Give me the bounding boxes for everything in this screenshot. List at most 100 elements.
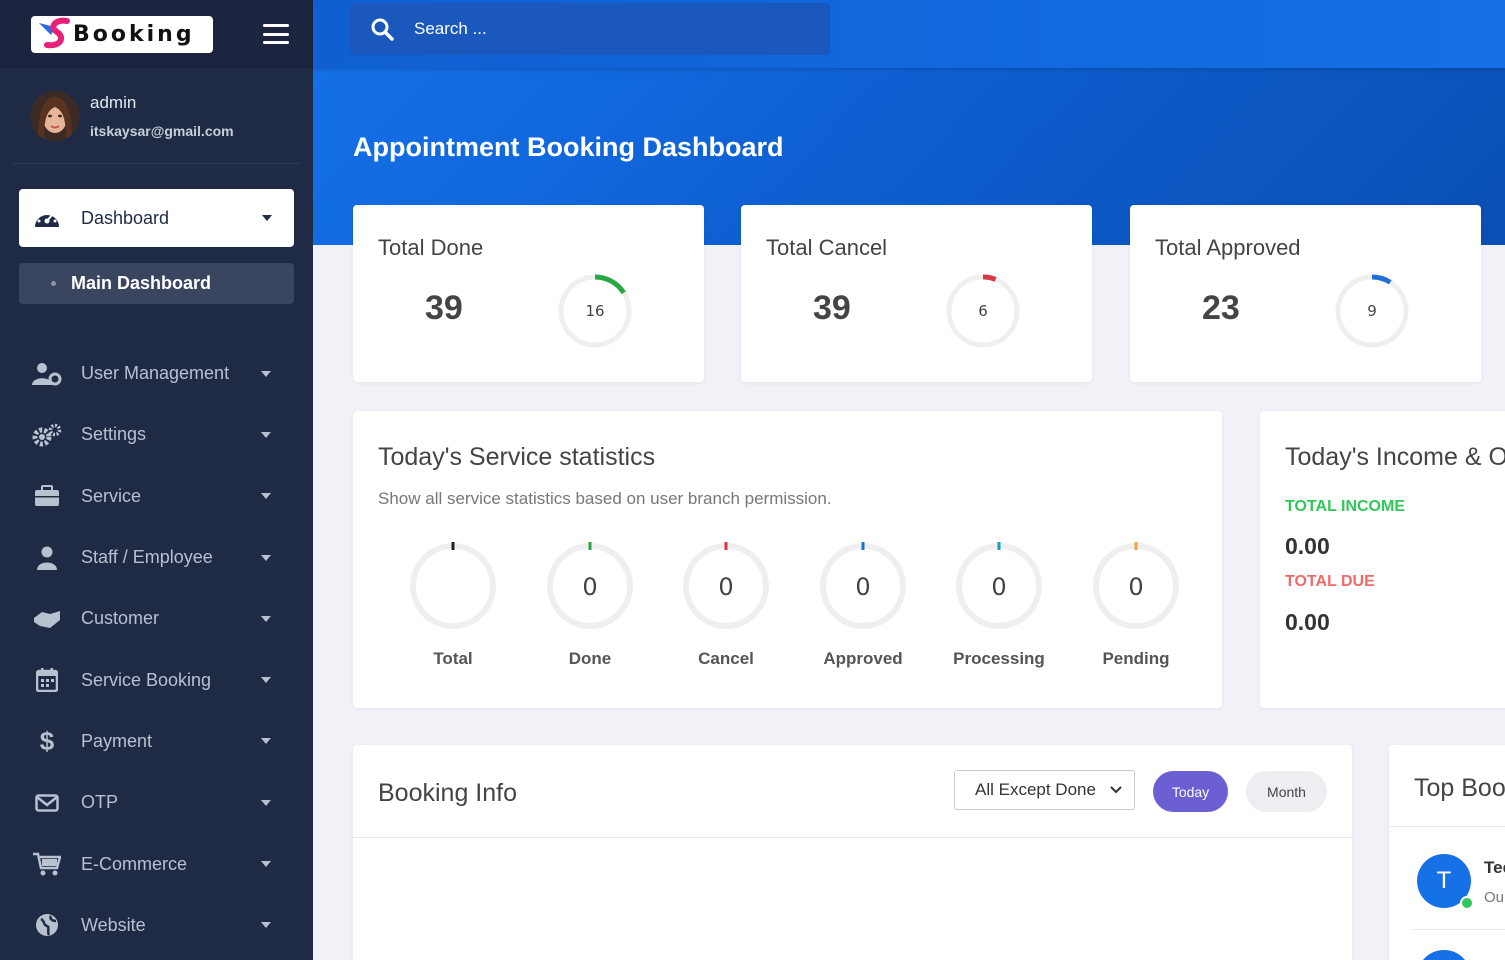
service-stat-value: 0 xyxy=(1128,573,1143,601)
logo-mark-icon xyxy=(39,17,70,49)
avatar xyxy=(1417,950,1471,960)
nav-staff[interactable]: Staff / Employee xyxy=(0,527,313,588)
nav-dashboard[interactable]: Dashboard xyxy=(19,189,294,247)
service-stat-label: Processing xyxy=(953,649,1045,668)
top-bookings-title: Top Bool xyxy=(1414,774,1505,802)
service-stat-value: 0 xyxy=(718,573,733,601)
chevron-down-icon xyxy=(261,431,271,438)
nav-payment[interactable]: $ Payment xyxy=(0,711,313,772)
search-input[interactable] xyxy=(414,19,794,39)
service-stats-title: Today's Service statistics xyxy=(378,443,656,471)
chevron-down-icon xyxy=(261,370,271,377)
progress-ring: 9 xyxy=(1335,274,1409,348)
gears-icon xyxy=(31,421,63,449)
divider xyxy=(1411,929,1505,930)
nav-label: User Management xyxy=(81,363,230,384)
service-stat-label: Done xyxy=(568,649,612,668)
income-title: Today's Income & Ot xyxy=(1285,443,1505,471)
logo[interactable]: Booking xyxy=(31,15,213,53)
service-stat-total: Total xyxy=(403,541,503,669)
month-button[interactable]: Month xyxy=(1246,771,1327,812)
total-due-label: TOTAL DUE xyxy=(1285,573,1375,590)
chevron-down-icon xyxy=(261,738,271,745)
nav-settings[interactable]: Settings xyxy=(0,404,313,465)
staff-icon xyxy=(31,544,63,572)
nav-label: OTP xyxy=(81,792,119,813)
chevron-down-icon xyxy=(261,554,271,561)
dollar-icon: $ xyxy=(39,725,55,756)
search-box[interactable] xyxy=(350,3,830,55)
topbar xyxy=(313,0,1505,68)
chevron-down-icon xyxy=(261,922,271,929)
stat-card-cancel: Total Cancel 39 6 xyxy=(741,205,1092,382)
booking-info-header: Booking Info All Except Done Today Month xyxy=(353,745,1352,838)
nav-label: Service Booking xyxy=(81,669,212,690)
service-stat-label: Total xyxy=(433,649,473,668)
nav-main-dashboard-label: Main Dashboard xyxy=(71,273,212,293)
total-due-value: 0.00 xyxy=(1285,609,1330,635)
ring-value: 9 xyxy=(1367,302,1377,320)
service-stat-value: 0 xyxy=(582,573,597,601)
briefcase-icon xyxy=(31,482,63,510)
chevron-down-icon xyxy=(261,677,271,684)
nav-list: User Management Settings Service Staff /… xyxy=(0,343,313,956)
cart-icon xyxy=(31,850,63,878)
envelope-icon xyxy=(31,789,63,817)
stat-title: Total Done xyxy=(378,235,484,260)
nav-label: Website xyxy=(81,914,146,935)
service-stat-value: 0 xyxy=(855,573,870,601)
stat-title: Total Approved xyxy=(1155,235,1301,260)
nav-label: Service xyxy=(81,485,142,506)
nav-otp[interactable]: OTP xyxy=(0,772,313,833)
nav-label: Staff / Employee xyxy=(81,547,213,568)
ring-value: 6 xyxy=(978,302,988,320)
service-stats-card: Today's Service statistics Show all serv… xyxy=(353,411,1222,708)
user-email: itskaysar@gmail.com xyxy=(90,122,234,139)
nav-website[interactable]: Website xyxy=(0,895,313,956)
booking-filter-select[interactable]: All Except Done xyxy=(954,770,1135,810)
nav-label: E-Commerce xyxy=(81,853,188,874)
income-card: Today's Income & Ot TOTAL INCOME 0.00 TO… xyxy=(1260,411,1505,708)
service-stat-cancel: 0 Cancel xyxy=(676,541,776,669)
stat-card-approved: Total Approved 23 9 xyxy=(1130,205,1481,382)
stat-value: 23 xyxy=(1202,289,1240,327)
user-profile[interactable]: admin itskaysar@gmail.com xyxy=(13,68,300,164)
service-stat-processing: 0 Processing xyxy=(949,541,1049,669)
nav-main-dashboard[interactable]: Main Dashboard xyxy=(19,263,294,304)
handshake-icon xyxy=(31,605,63,633)
nav-service[interactable]: Service xyxy=(0,466,313,527)
nav-customer[interactable]: Customer xyxy=(0,588,313,649)
total-income-label: TOTAL INCOME xyxy=(1285,498,1405,515)
chevron-down-icon xyxy=(261,493,271,500)
dashboard-gauge-icon xyxy=(35,211,59,227)
service-stat-pending: 0 Pending xyxy=(1086,541,1186,669)
service-stat-label: Cancel xyxy=(698,649,754,668)
stat-value: 39 xyxy=(813,289,851,327)
top-entry-name[interactable]: Tee xyxy=(1484,858,1505,878)
progress-ring: 6 xyxy=(946,274,1020,348)
service-stat-done: 0 Done xyxy=(540,541,640,669)
user-gear-icon xyxy=(31,360,63,388)
service-stat-approved: 0 Approved xyxy=(813,541,913,669)
nav-label: Settings xyxy=(81,424,147,445)
nav-service-booking[interactable]: Service Booking xyxy=(0,649,313,710)
nav-label: Customer xyxy=(81,608,160,629)
online-status-icon xyxy=(1460,896,1474,910)
top-entry-subtitle: Ou xyxy=(1484,889,1505,906)
total-income-value: 0.00 xyxy=(1285,533,1330,559)
nav-label: Payment xyxy=(81,730,153,751)
nav-ecommerce[interactable]: E-Commerce xyxy=(0,833,313,894)
chevron-down-icon xyxy=(1110,786,1122,794)
chevron-down-icon xyxy=(261,861,271,868)
brand-bar: Booking xyxy=(0,0,313,68)
service-stat-ring: 0 xyxy=(683,542,769,629)
chevron-down-icon xyxy=(262,215,272,221)
sidebar: Booking admin itskaysar@gmail.com Dashbo… xyxy=(0,0,313,960)
service-stats-subtitle: Show all service statistics based on use… xyxy=(378,489,832,508)
menu-toggle-icon[interactable] xyxy=(263,24,289,44)
calendar-icon xyxy=(31,666,63,694)
nav-dashboard-label: Dashboard xyxy=(81,207,170,228)
today-button[interactable]: Today xyxy=(1153,771,1228,812)
nav-user-management[interactable]: User Management xyxy=(0,343,313,404)
service-stat-label: Pending xyxy=(1102,649,1170,668)
